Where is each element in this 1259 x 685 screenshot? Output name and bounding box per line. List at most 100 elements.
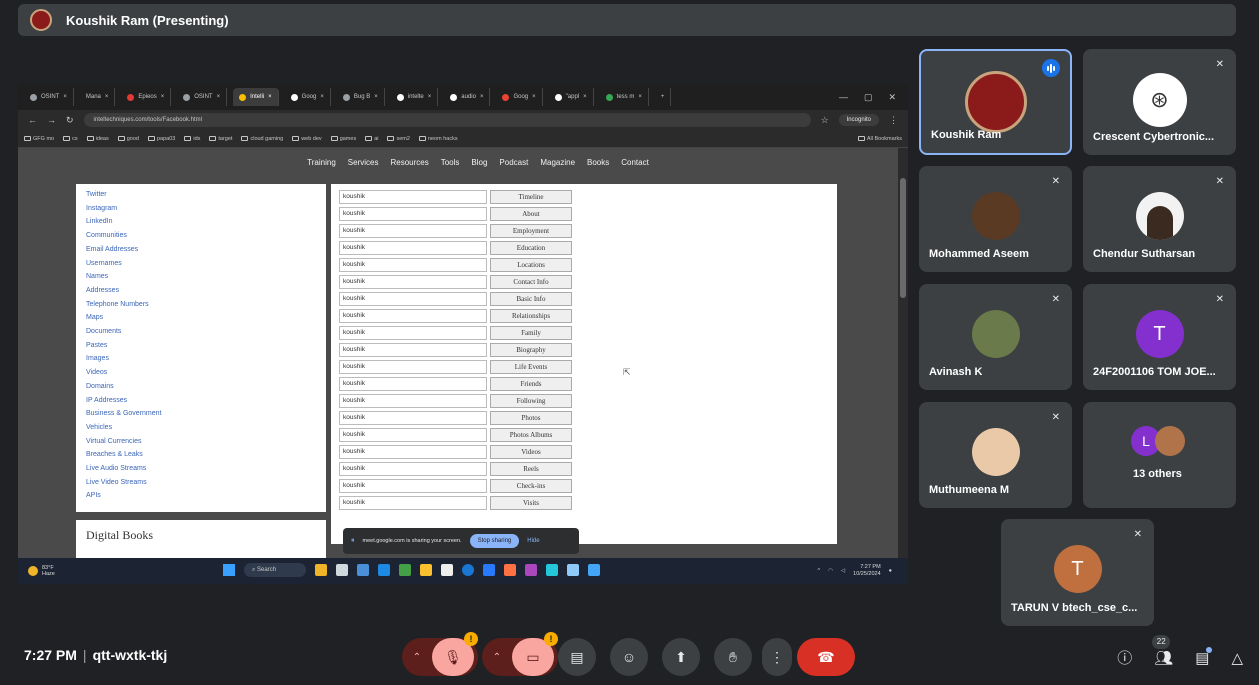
nav-link[interactable]: Training	[307, 158, 336, 167]
username-input[interactable]: koushik	[339, 359, 487, 374]
participant-tile[interactable]: T ✕ TARUN V btech_cse_c...	[1001, 519, 1154, 626]
username-input[interactable]: koushik	[339, 376, 487, 391]
username-input[interactable]: koushik	[339, 325, 487, 340]
captions-button[interactable]: ▤	[558, 638, 596, 676]
search-button[interactable]: Visits	[490, 495, 572, 510]
present-button[interactable]: ⬆	[662, 638, 700, 676]
app-icon[interactable]	[546, 564, 558, 576]
browser-tab[interactable]: Goog ×	[285, 88, 331, 106]
search-button[interactable]: Videos	[490, 444, 572, 459]
url-field[interactable]: inteltechniques.com/tools/Facebook.html	[83, 113, 811, 127]
widgets-icon[interactable]	[315, 564, 327, 576]
username-input[interactable]: koushik	[339, 444, 487, 459]
sidebar-link[interactable]: Live Video Streams	[86, 476, 316, 490]
browser-tab[interactable]: audio ×	[444, 88, 491, 106]
sidebar-link[interactable]: Videos	[86, 366, 316, 380]
browser-tab[interactable]: Goog ×	[496, 88, 543, 106]
username-input[interactable]: koushik	[339, 206, 487, 221]
sidebar-link[interactable]: Domains	[86, 380, 316, 394]
browser-tab[interactable]: Bug B ×	[337, 88, 385, 106]
close-icon[interactable]: ✕	[888, 92, 896, 103]
sidebar-link[interactable]: Telephone Numbers	[86, 298, 316, 312]
hide-button[interactable]: Hide	[527, 538, 539, 544]
browser-tab[interactable]: "appl ×	[549, 88, 594, 106]
participant-tile[interactable]: Koushik Ram	[919, 49, 1072, 155]
app-icon[interactable]	[378, 564, 390, 576]
bookmark-item[interactable]: neom hacks	[418, 136, 458, 142]
activities-icon[interactable]: △	[1231, 649, 1243, 667]
username-input[interactable]: koushik	[339, 495, 487, 510]
volume-icon[interactable]: ◁	[841, 568, 845, 574]
minimize-icon[interactable]: —	[839, 92, 848, 103]
participant-tile[interactable]: ✕ Avinash K	[919, 284, 1072, 390]
nav-link[interactable]: Services	[348, 158, 379, 167]
bookmark-item[interactable]: games	[330, 136, 356, 142]
username-input[interactable]: koushik	[339, 393, 487, 408]
forward-icon[interactable]: →	[47, 115, 56, 125]
bookmark-item[interactable]: ideas	[86, 136, 109, 142]
nav-link[interactable]: Contact	[621, 158, 649, 167]
bookmark-item[interactable]: web dev	[292, 136, 322, 142]
sidebar-link[interactable]: APIs	[86, 489, 316, 503]
search-button[interactable]: Relationships	[490, 308, 572, 323]
search-button[interactable]: Family	[490, 325, 572, 340]
scroll-thumb[interactable]	[900, 178, 906, 298]
stop-sharing-button[interactable]: Stop sharing	[469, 534, 520, 548]
username-input[interactable]: koushik	[339, 410, 487, 425]
search-button[interactable]: About	[490, 206, 572, 221]
bookmark-item[interactable]: ids	[184, 136, 200, 142]
participant-tile[interactable]: ⊛ ✕ Crescent Cybertronic...	[1083, 49, 1236, 155]
sidebar-link[interactable]: Breaches & Leaks	[86, 448, 316, 462]
username-input[interactable]: koushik	[339, 257, 487, 272]
nav-link[interactable]: Podcast	[499, 158, 528, 167]
participant-tile[interactable]: ✕ Muthumeena M	[919, 402, 1072, 508]
sidebar-link[interactable]: IP Addresses	[86, 394, 316, 408]
new-tab-button[interactable]: +	[655, 88, 672, 106]
username-input[interactable]: koushik	[339, 189, 487, 204]
taskbar-search[interactable]: ⌕ Search	[244, 563, 306, 577]
sidebar-link[interactable]: Vehicles	[86, 421, 316, 435]
sidebar-link[interactable]: LinkedIn	[86, 215, 316, 229]
participant-tile[interactable]: ✕ Mohammed Aseem	[919, 166, 1072, 272]
chevron-up-icon[interactable]: ⌃	[482, 652, 512, 663]
username-input[interactable]: koushik	[339, 274, 487, 289]
weather-widget[interactable]: 83°F Haze	[28, 565, 55, 577]
sidebar-link[interactable]: Addresses	[86, 284, 316, 298]
nav-link[interactable]: Magazine	[540, 158, 575, 167]
username-input[interactable]: koushik	[339, 240, 487, 255]
star-icon[interactable]: ☆	[821, 115, 829, 126]
incognito-badge[interactable]: Incognito	[838, 114, 879, 126]
username-input[interactable]: koushik	[339, 291, 487, 306]
browser-tab[interactable]: Mana ×	[80, 88, 116, 106]
chevron-up-icon[interactable]: ⌃	[402, 652, 432, 663]
bookmark-item[interactable]: good	[117, 136, 139, 142]
app-icon[interactable]	[504, 564, 516, 576]
sidebar-link[interactable]: Pastes	[86, 339, 316, 353]
sidebar-link[interactable]: Instagram	[86, 202, 316, 216]
bookmark-item[interactable]: papa03	[148, 136, 175, 142]
sidebar-link[interactable]: Usernames	[86, 257, 316, 271]
search-button[interactable]: Biography	[490, 342, 572, 357]
others-tile[interactable]: L 13 others	[1083, 402, 1236, 508]
edge-icon[interactable]	[357, 564, 369, 576]
notepad-icon[interactable]	[567, 564, 579, 576]
store-icon[interactable]	[441, 564, 453, 576]
sidebar-link[interactable]: Email Addresses	[86, 243, 316, 257]
search-button[interactable]: Photos Albums	[490, 427, 572, 442]
username-input[interactable]: koushik	[339, 427, 487, 442]
nav-link[interactable]: Blog	[471, 158, 487, 167]
app-icon[interactable]	[525, 564, 537, 576]
browser-tab[interactable]: Epieos ×	[121, 88, 172, 106]
bookmark-item[interactable]: GFG mo	[24, 136, 54, 142]
file-explorer-icon[interactable]	[420, 564, 432, 576]
participant-tile[interactable]: ✕ Chendur Sutharsan	[1083, 166, 1236, 272]
emoji-button[interactable]: ☺	[610, 638, 648, 676]
notification-icon[interactable]: ●	[889, 568, 892, 574]
browser-tab[interactable]: inteltе ×	[391, 88, 439, 106]
sidebar-link[interactable]: Maps	[86, 311, 316, 325]
browser-tab[interactable]: tess m ×	[600, 88, 649, 106]
browser-tab-active[interactable]: Intelli ×	[233, 88, 279, 106]
search-button[interactable]: Education	[490, 240, 572, 255]
wifi-icon[interactable]: ◠	[828, 568, 833, 574]
sidebar-link[interactable]: Virtual Currencies	[86, 435, 316, 449]
